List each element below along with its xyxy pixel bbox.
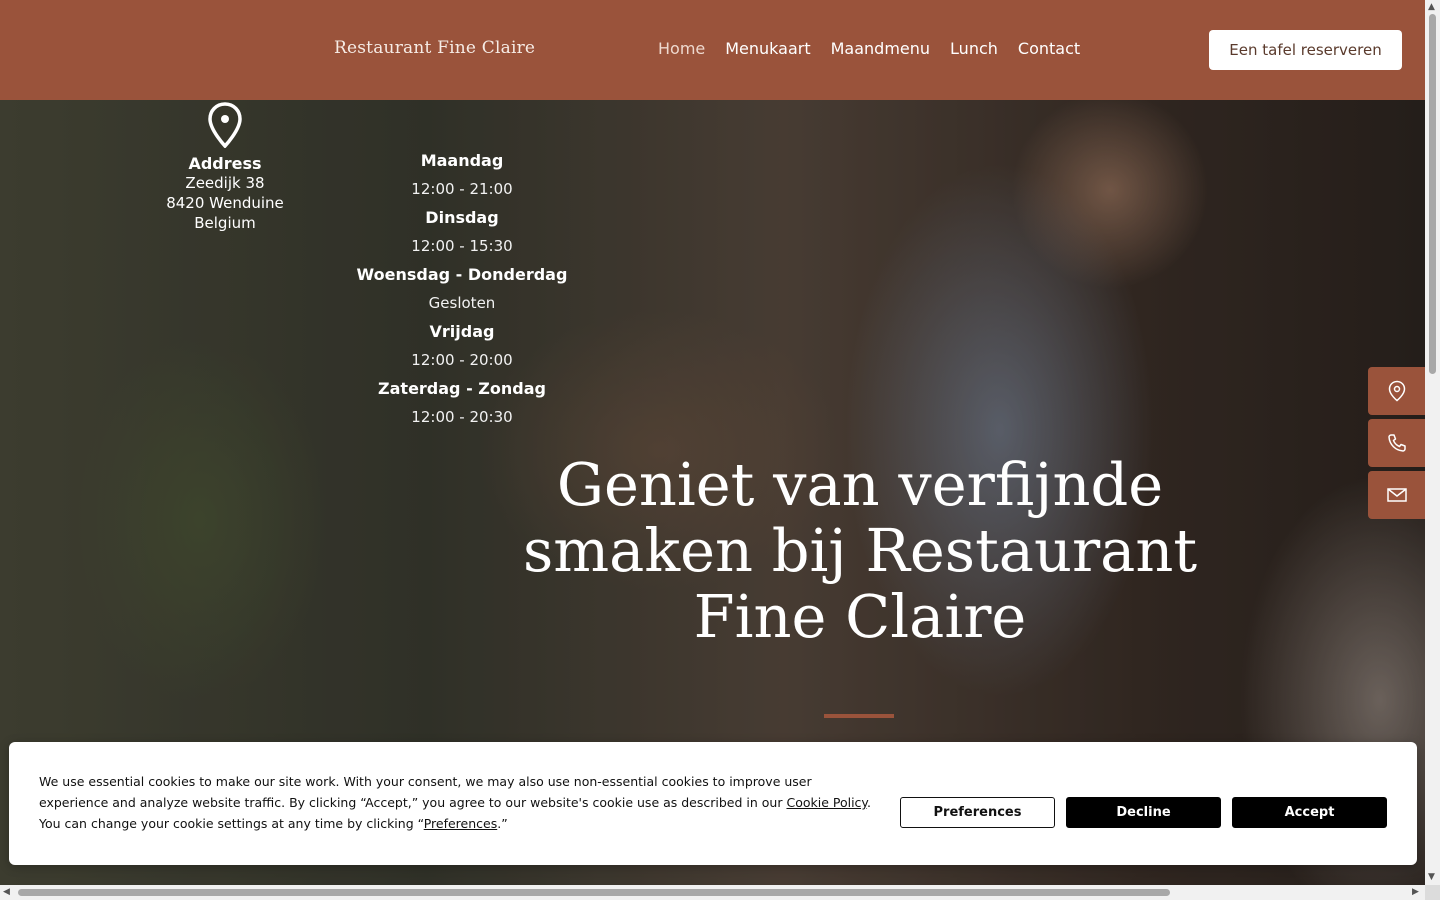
hours-time: 12:00 - 21:00 <box>411 180 513 198</box>
hours-time: 12:00 - 20:00 <box>411 351 513 369</box>
preferences-button[interactable]: Preferences <box>900 797 1055 828</box>
horizontal-scroll-thumb[interactable] <box>18 889 1170 896</box>
vertical-scrollbar[interactable]: ▲ ▼ <box>1425 0 1440 885</box>
nav-maandmenu[interactable]: Maandmenu <box>831 39 930 58</box>
hours-day: Maandag <box>420 151 504 170</box>
nav-home[interactable]: Home <box>658 39 705 58</box>
address-city: 8420 Wenduine <box>166 194 284 212</box>
cookie-policy-link[interactable]: Cookie Policy <box>786 795 867 810</box>
nav-menukaart[interactable]: Menukaart <box>725 39 810 58</box>
hero-title: Geniet van verfijnde smaken bij Restaura… <box>522 450 1198 651</box>
scroll-right-icon[interactable]: ▶ <box>1412 887 1419 897</box>
side-mail-button[interactable] <box>1368 471 1425 519</box>
scroll-down-icon[interactable]: ▼ <box>1428 872 1435 882</box>
hours-day: Vrijdag <box>429 322 495 341</box>
hours-time: Gesloten <box>428 294 496 312</box>
opening-hours: Maandag 12:00 - 21:00 Dinsdag 12:00 - 15… <box>352 146 572 431</box>
address-street: Zeedijk 38 <box>185 174 265 192</box>
map-pin-icon <box>1388 380 1405 402</box>
hours-day: Zaterdag - Zondag <box>378 379 546 398</box>
map-pin-icon <box>208 102 242 148</box>
scroll-left-icon[interactable]: ◀ <box>3 887 10 897</box>
address-block: Address Zeedijk 38 8420 Wenduine Belgium <box>150 102 300 233</box>
nav-lunch[interactable]: Lunch <box>950 39 998 58</box>
cookie-text: We use essential cookies to make our sit… <box>39 774 812 810</box>
cookie-banner: We use essential cookies to make our sit… <box>9 742 1417 865</box>
cookie-text: .” <box>497 816 508 831</box>
address-country: Belgium <box>194 214 256 232</box>
side-phone-button[interactable] <box>1368 419 1425 467</box>
mail-icon <box>1386 488 1407 502</box>
preferences-link[interactable]: Preferences <box>424 816 498 831</box>
brand-logo-text[interactable]: Restaurant Fine Claire <box>334 38 535 58</box>
scrollbar-corner <box>1425 885 1440 900</box>
address-title: Address <box>188 154 262 173</box>
hours-day: Dinsdag <box>425 208 499 227</box>
main-nav: Home Menukaart Maandmenu Lunch Contact <box>658 39 1080 58</box>
nav-contact[interactable]: Contact <box>1018 39 1080 58</box>
hero-divider <box>824 714 894 718</box>
cookie-message: We use essential cookies to make our sit… <box>39 771 879 834</box>
accept-button[interactable]: Accept <box>1232 797 1387 828</box>
reserve-table-button[interactable]: Een tafel reserveren <box>1209 30 1402 70</box>
phone-icon <box>1387 434 1406 452</box>
horizontal-scrollbar[interactable]: ◀ ▶ <box>0 885 1425 900</box>
decline-button[interactable]: Decline <box>1066 797 1221 828</box>
scroll-up-icon[interactable]: ▲ <box>1428 2 1435 12</box>
hours-day: Woensdag - Donderdag <box>356 265 568 284</box>
hours-time: 12:00 - 15:30 <box>411 237 513 255</box>
side-location-button[interactable] <box>1368 367 1425 415</box>
hours-time: 12:00 - 20:30 <box>411 408 513 426</box>
side-contact-actions <box>1368 367 1425 523</box>
vertical-scroll-thumb[interactable] <box>1429 14 1436 374</box>
site-header: Restaurant Fine Claire Home Menukaart Ma… <box>0 0 1425 100</box>
